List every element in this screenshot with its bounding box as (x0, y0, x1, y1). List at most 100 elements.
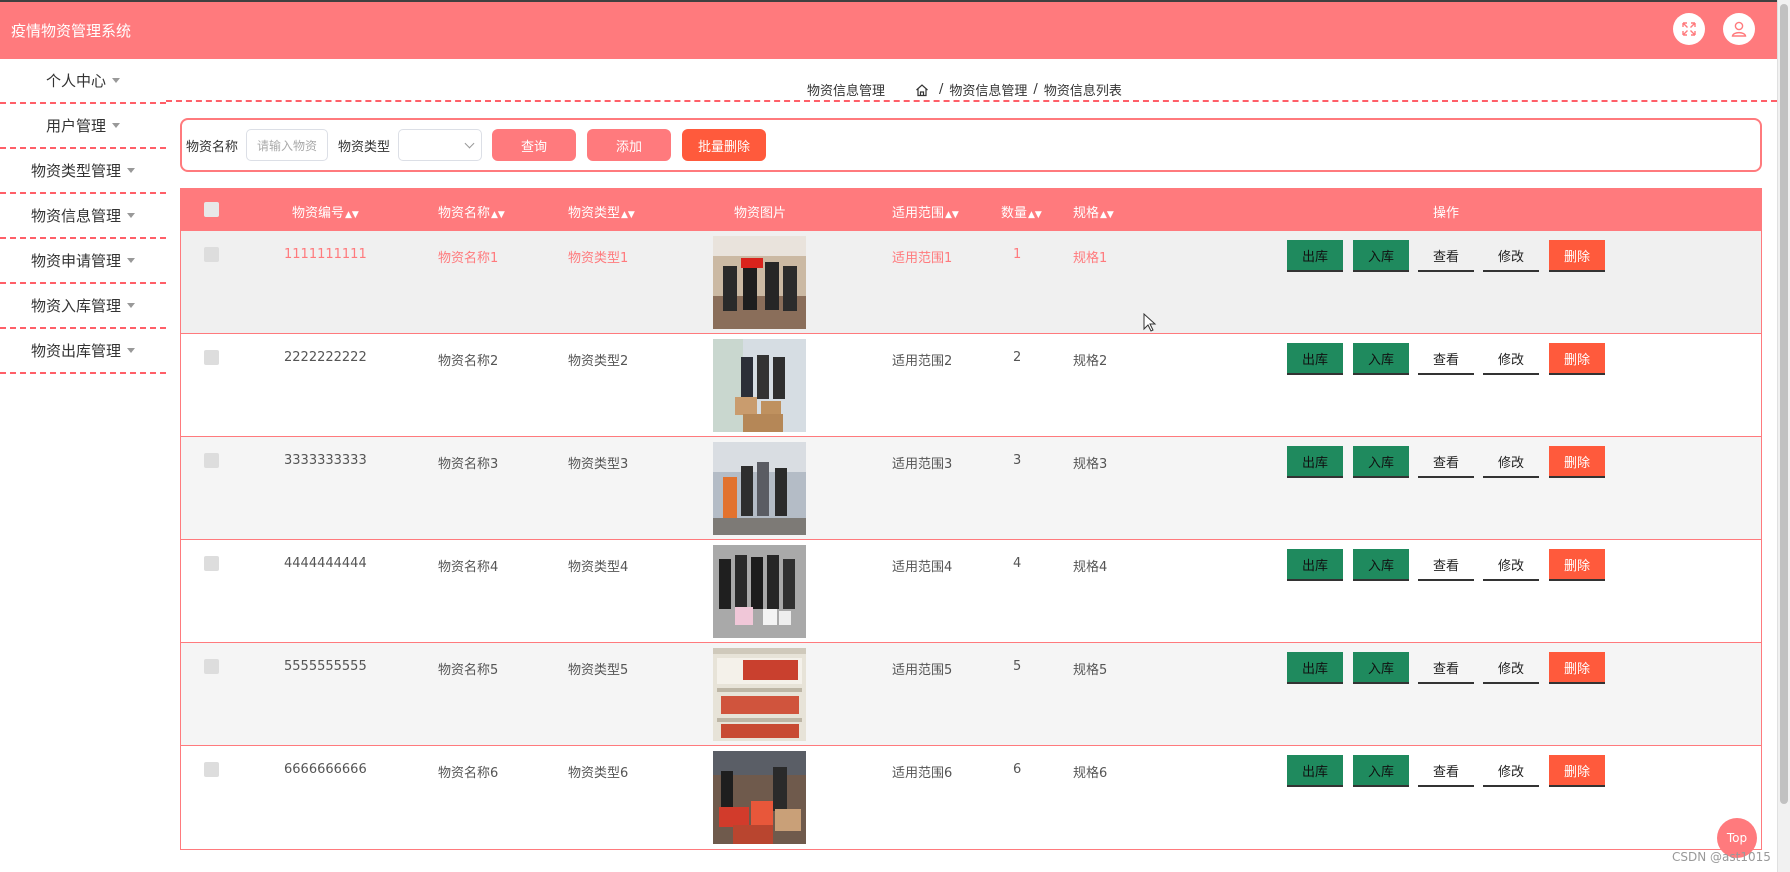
type-label: 物资类型 (338, 139, 391, 155)
fullscreen-button[interactable] (1673, 13, 1705, 45)
breadcrumb: 物资信息管理 / 物资信息管理 / 物资信息列表 (807, 80, 1122, 99)
delete-button[interactable]: 删除 (1549, 549, 1605, 581)
stock-out-button[interactable]: 出库 (1287, 549, 1343, 581)
select-all-checkbox[interactable] (204, 202, 219, 217)
sidebar-item-supply-type-management[interactable]: 物资类型管理 (0, 149, 166, 194)
user-button[interactable] (1723, 13, 1755, 45)
stock-in-button[interactable]: 入库 (1353, 652, 1409, 684)
page-scrollbar[interactable] (1777, 0, 1790, 872)
cell-type: 物资类型4 (568, 560, 629, 575)
edit-button[interactable]: 修改 (1483, 652, 1539, 684)
table-row[interactable]: 6666666666 物资名称6 物资类型6 适用范围6 6 规格6 出库 入库… (181, 746, 1761, 849)
edit-button[interactable]: 修改 (1483, 343, 1539, 375)
column-header-actions: 操作 (1433, 206, 1460, 221)
row-checkbox[interactable] (204, 556, 219, 571)
supply-photo[interactable] (713, 648, 806, 741)
name-search-input[interactable]: 请输入物资 (246, 129, 329, 161)
cell-type: 物资类型6 (568, 766, 629, 781)
sidebar-item-stock-in-management[interactable]: 物资入库管理 (0, 284, 166, 329)
row-checkbox[interactable] (204, 350, 219, 365)
scrollbar-thumb[interactable] (1780, 4, 1788, 804)
cell-quantity: 1 (1013, 247, 1022, 262)
stock-in-button[interactable]: 入库 (1353, 755, 1409, 787)
table-row[interactable]: 2222222222 物资名称2 物资类型2 适用范围2 2 规格2 出库 入库… (181, 334, 1761, 437)
table-row[interactable]: 5555555555 物资名称5 物资类型5 适用范围5 5 规格5 出库 入库… (181, 643, 1761, 746)
stock-in-button[interactable]: 入库 (1353, 240, 1409, 272)
stock-out-button[interactable]: 出库 (1287, 343, 1343, 375)
column-label: 数量 (1001, 206, 1028, 221)
caret-down-icon (127, 213, 135, 218)
sort-icon[interactable]: ▲▼ (491, 210, 505, 220)
row-checkbox[interactable] (204, 762, 219, 777)
stock-out-button[interactable]: 出库 (1287, 446, 1343, 478)
view-button[interactable]: 查看 (1418, 755, 1474, 787)
add-button[interactable]: 添加 (587, 129, 672, 161)
sort-icon[interactable]: ▲▼ (345, 210, 359, 220)
table-row[interactable]: 1111111111 物资名称1 物资类型1 适用范围1 1 规格1 出库 入库… (181, 231, 1761, 334)
column-header-scope[interactable]: 适用范围▲▼ (892, 202, 959, 221)
sort-icon[interactable]: ▲▼ (1028, 210, 1042, 220)
sidebar-item-personal-center[interactable]: 个人中心 (0, 59, 166, 104)
cell-spec: 规格5 (1073, 663, 1108, 678)
supply-photo[interactable] (713, 442, 806, 535)
query-button[interactable]: 查询 (492, 129, 577, 161)
delete-button[interactable]: 删除 (1549, 343, 1605, 375)
stock-out-button[interactable]: 出库 (1287, 652, 1343, 684)
sort-icon[interactable]: ▲▼ (1100, 210, 1114, 220)
stock-in-button[interactable]: 入库 (1353, 343, 1409, 375)
name-label: 物资名称 (186, 139, 239, 155)
stock-in-button[interactable]: 入库 (1353, 446, 1409, 478)
view-button[interactable]: 查看 (1418, 549, 1474, 581)
row-checkbox[interactable] (204, 659, 219, 674)
sidebar-item-label: 物资类型管理 (30, 162, 121, 180)
sidebar-item-supply-request-management[interactable]: 物资申请管理 (0, 239, 166, 284)
supply-photo[interactable] (713, 545, 806, 638)
view-button[interactable]: 查看 (1418, 343, 1474, 375)
edit-button[interactable]: 修改 (1483, 240, 1539, 272)
stock-out-button[interactable]: 出库 (1287, 755, 1343, 787)
page-title: 物资信息管理 (807, 84, 886, 99)
supply-photo[interactable] (713, 339, 806, 432)
edit-button[interactable]: 修改 (1483, 549, 1539, 581)
sidebar-item-supply-info-management[interactable]: 物资信息管理 (0, 194, 166, 239)
column-label: 规格 (1073, 206, 1100, 221)
stock-in-button[interactable]: 入库 (1353, 549, 1409, 581)
column-header-image: 物资图片 (734, 202, 786, 221)
batch-delete-button[interactable]: 批量删除 (682, 129, 767, 161)
column-header-spec[interactable]: 规格▲▼ (1073, 202, 1114, 221)
home-icon[interactable] (915, 83, 929, 97)
table-row[interactable]: 3333333333 物资名称3 物资类型3 适用范围3 3 规格3 出库 入库… (181, 437, 1761, 540)
caret-down-icon (112, 78, 120, 83)
breadcrumb-link[interactable]: 物资信息管理 (949, 80, 1027, 99)
row-checkbox[interactable] (204, 247, 219, 262)
column-header-code[interactable]: 物资编号▲▼ (292, 202, 359, 221)
delete-button[interactable]: 删除 (1549, 755, 1605, 787)
delete-button[interactable]: 删除 (1549, 240, 1605, 272)
cell-type: 物资类型2 (568, 354, 629, 369)
sidebar-item-label: 个人中心 (45, 72, 106, 90)
delete-button[interactable]: 删除 (1549, 652, 1605, 684)
sort-icon[interactable]: ▲▼ (621, 210, 635, 220)
row-checkbox[interactable] (204, 453, 219, 468)
table-row[interactable]: 4444444444 物资名称4 物资类型4 适用范围4 4 规格4 出库 入库… (181, 540, 1761, 643)
type-select[interactable] (398, 129, 483, 161)
delete-button[interactable]: 删除 (1549, 446, 1605, 478)
supply-photo[interactable] (713, 236, 806, 329)
column-header-type[interactable]: 物资类型▲▼ (568, 202, 635, 221)
cell-scope: 适用范围1 (892, 251, 953, 266)
supply-photo[interactable] (713, 751, 806, 844)
column-header-quantity[interactable]: 数量▲▼ (1001, 202, 1042, 221)
stock-out-button[interactable]: 出库 (1287, 240, 1343, 272)
cell-spec: 规格3 (1073, 457, 1108, 472)
view-button[interactable]: 查看 (1418, 240, 1474, 272)
view-button[interactable]: 查看 (1418, 652, 1474, 684)
sort-icon[interactable]: ▲▼ (945, 210, 959, 220)
edit-button[interactable]: 修改 (1483, 755, 1539, 787)
sidebar-item-stock-out-management[interactable]: 物资出库管理 (0, 329, 166, 374)
cell-spec: 规格4 (1073, 560, 1108, 575)
breadcrumb-current: 物资信息列表 (1043, 84, 1122, 99)
view-button[interactable]: 查看 (1418, 446, 1474, 478)
edit-button[interactable]: 修改 (1483, 446, 1539, 478)
column-header-name[interactable]: 物资名称▲▼ (438, 202, 505, 221)
sidebar-item-user-management[interactable]: 用户管理 (0, 104, 166, 149)
